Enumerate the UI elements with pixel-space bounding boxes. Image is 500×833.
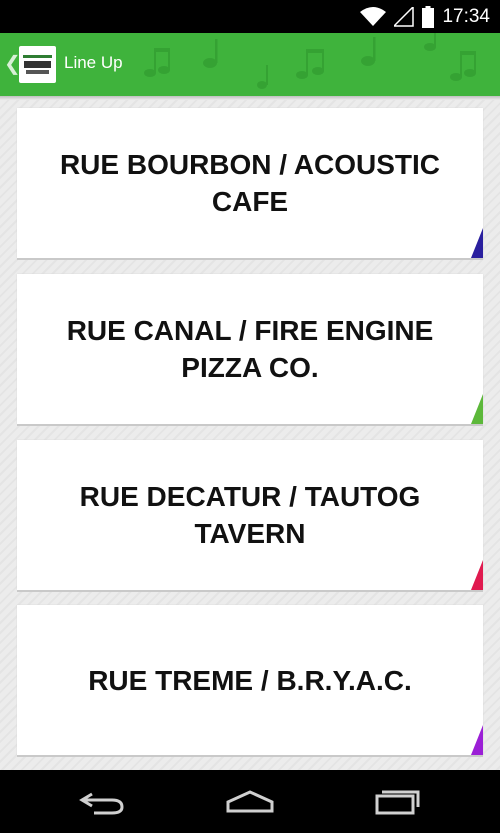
venue-card-label: RUE CANAL / FIRE ENGINE PIZZA CO. [66, 315, 434, 383]
corner-accent-stripe [471, 228, 483, 258]
lineup-list: RUE BOURBON / ACOUSTIC CAFE RUE CANAL / … [0, 100, 500, 770]
corner-accent-stripe [471, 560, 483, 590]
home-icon[interactable] [220, 786, 280, 816]
venue-card-label: RUE TREME / B.R.Y.A.C. [88, 664, 412, 696]
status-icons: 17:34 [360, 0, 490, 33]
battery-icon [422, 5, 435, 28]
page-title: Line Up [64, 53, 123, 72]
back-icon[interactable] [74, 786, 134, 816]
navigation-bar [0, 770, 500, 833]
app-logo-icon[interactable] [19, 46, 56, 83]
status-time: 17:34 [442, 5, 490, 27]
corner-accent-stripe [471, 725, 483, 755]
venue-card-bourbon[interactable]: RUE BOURBON / ACOUSTIC CAFE [17, 108, 483, 258]
corner-accent-stripe [471, 394, 483, 424]
wifi-icon [360, 6, 387, 27]
venue-card-canal[interactable]: RUE CANAL / FIRE ENGINE PIZZA CO. [17, 274, 483, 424]
venue-card-decatur[interactable]: RUE DECATUR / TAUTOG TAVERN [17, 440, 483, 590]
venue-card-label: RUE DECATUR / TAUTOG TAVERN [79, 481, 421, 549]
venue-card-label: RUE BOURBON / ACOUSTIC CAFE [59, 149, 441, 217]
recent-apps-icon[interactable] [367, 786, 427, 816]
status-bar: 17:34 [0, 0, 500, 33]
venue-card-treme[interactable]: RUE TREME / B.R.Y.A.C. [17, 605, 483, 755]
action-bar: ❮ Line Up [0, 33, 500, 96]
signal-icon [394, 6, 415, 27]
